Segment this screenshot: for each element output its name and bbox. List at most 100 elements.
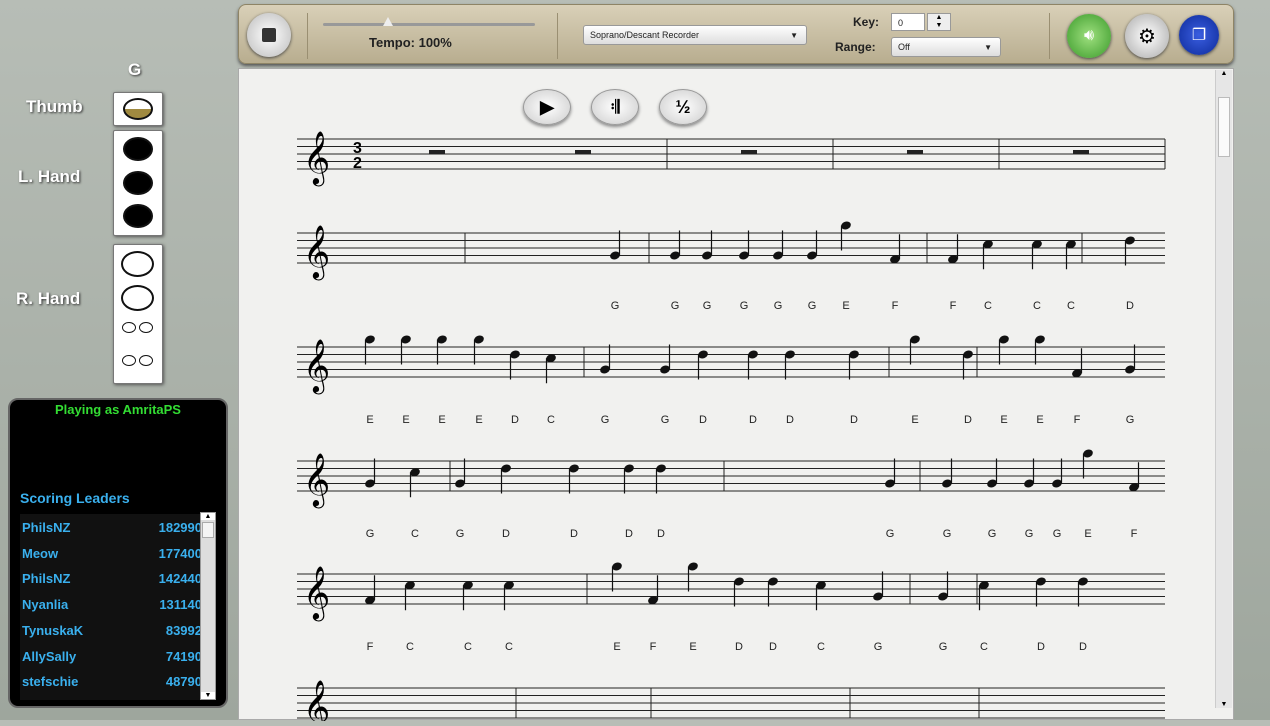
note-name-label: F (649, 641, 657, 653)
note-name-label: G (610, 300, 620, 312)
note-name-label: C (1033, 300, 1041, 312)
score-scrollbar[interactable]: ▲ ▼ (1215, 70, 1232, 708)
tempo-slider[interactable] (323, 17, 535, 26)
thumb-card (113, 92, 163, 126)
hole-open (139, 322, 153, 333)
window-button[interactable]: ❐ (1179, 15, 1219, 55)
stop-button[interactable] (247, 13, 291, 57)
sound-button[interactable]: 🔊︎ (1067, 14, 1111, 58)
scroll-up-icon[interactable]: ▲ (1216, 70, 1232, 77)
gear-icon: ⚙ (1138, 25, 1156, 48)
hole-open (121, 251, 154, 277)
note-name-label: G (739, 300, 749, 312)
leader-name: PhilsNZ (22, 520, 71, 535)
leader-row: TynuskaK 83992 (22, 623, 202, 638)
half-speed-label: ½ (675, 96, 691, 117)
scroll-thumb[interactable] (1218, 97, 1230, 157)
leader-row: PhilsNZ 142440 (22, 571, 202, 586)
note-name-label: G (600, 414, 610, 426)
stop-icon (262, 28, 276, 42)
leaders-list: PhilsNZ 182990 Meow 177400 PhilsNZ 142440 Nyan… (20, 514, 205, 700)
scoring-leaders-title: Scoring Leaders (20, 490, 130, 506)
leader-score: 177400 (158, 545, 202, 561)
hole-open (122, 355, 136, 366)
leader-name: Nyanlia (22, 597, 69, 613)
note-name-label: G (773, 300, 783, 312)
hole-open (122, 322, 136, 333)
fingering-note: G (128, 60, 142, 79)
whole-rest (1073, 150, 1089, 154)
leader-name: Meow (22, 545, 59, 561)
note-name-label: G (365, 528, 375, 540)
note-name-label: E (438, 414, 446, 426)
staves: 𝄞 32𝄞𝄞𝄞𝄞𝄞 (297, 130, 1166, 726)
leader-row: AllySally 74190 (22, 649, 202, 664)
tempo-slider-handle[interactable] (383, 17, 393, 26)
note-name-label: D (1126, 300, 1134, 312)
leader-score: 48790 (165, 674, 202, 690)
note-name-label: G (938, 641, 948, 653)
sheet-music: 𝄞 3 2 𝄞 𝄞 𝄞 𝄞 𝄞 ▶ 𝄇 ½ GGGGGGEFFCCCDEEEEDCGGDDDD… (238, 68, 1234, 726)
note-name-label: E (1036, 414, 1044, 426)
instrument-select[interactable]: Soprano/Descant Recorder ▼ (583, 25, 807, 45)
leader-score: 182990 (158, 520, 202, 535)
note-name-label: D (735, 641, 743, 653)
chevron-down-icon: ▼ (790, 31, 798, 40)
scroll-up-icon[interactable]: ▲ (201, 513, 215, 520)
scroll-down-icon[interactable]: ▼ (201, 692, 215, 699)
scroll-down-icon[interactable]: ▼ (1216, 701, 1232, 708)
key-label: Key: (853, 15, 880, 29)
note-name-label: F (366, 641, 374, 653)
right-hand-card (113, 244, 163, 384)
note-name-label: D (699, 414, 707, 426)
leader-row: Nyanlia 131140 (22, 597, 202, 612)
note-name-label: D (964, 414, 972, 426)
note-name-label: C (547, 414, 555, 426)
thumb-label: Thumb (26, 97, 83, 116)
note-name-label: G (670, 300, 680, 312)
treble-clef-icon: 𝄞 (303, 338, 330, 394)
note-name-label: D (1079, 641, 1087, 653)
toolbar: Tempo: 100% Soprano/Descant Recorder ▼ Ke… (238, 4, 1234, 64)
note-name-label: E (842, 300, 850, 312)
note-name-label: C (411, 528, 419, 540)
note-name-label: G (1125, 414, 1135, 426)
leader-row: PhilsNZ 182990 (22, 520, 202, 535)
repeat-button[interactable]: 𝄇 (591, 89, 639, 125)
leader-name: AllySally (22, 648, 77, 664)
note-name-label: C (406, 641, 414, 653)
note-name-label: E (402, 414, 410, 426)
leaders-scrollbar[interactable]: ▲ ▼ (200, 512, 216, 700)
note-name-label: D (511, 414, 519, 426)
treble-clef-icon: 𝄞 (303, 224, 330, 280)
hole-closed (123, 171, 153, 195)
half-speed-button[interactable]: ½ (659, 89, 707, 125)
note-name-label: E (911, 414, 919, 426)
tempo-label: Tempo: 100% (369, 35, 452, 50)
leader-name: PhilsNZ (22, 571, 71, 587)
note-name-label: G (702, 300, 712, 312)
time-signature-bottom: 2 (353, 155, 362, 172)
speaker-icon: 🔊︎ (1083, 27, 1095, 44)
note-name-label: C (464, 641, 472, 653)
key-stepper[interactable]: ▲ ▼ (927, 13, 951, 31)
note-name-label: E (366, 414, 374, 426)
scroll-thumb[interactable] (202, 522, 214, 538)
range-select[interactable]: Off ▼ (891, 37, 1001, 57)
leader-row: stefschie 48790 (22, 674, 202, 689)
hole-open (139, 355, 153, 366)
range-label: Range: (835, 40, 876, 54)
play-button[interactable]: ▶ (523, 89, 571, 125)
settings-button[interactable]: ⚙ (1125, 14, 1169, 58)
treble-clef-icon: 𝄞 (303, 130, 330, 186)
key-input[interactable]: 0 (891, 13, 925, 31)
leader-row: Meow 177400 (22, 546, 202, 561)
leader-score: 83992 (165, 622, 202, 638)
window-restore-icon: ❐ (1191, 27, 1207, 44)
whole-rest (907, 150, 923, 154)
note-name-label: D (769, 641, 777, 653)
whole-rest (429, 150, 445, 154)
hole-closed (123, 137, 153, 161)
note-name-label: E (613, 641, 621, 653)
note-name-label: C (984, 300, 992, 312)
